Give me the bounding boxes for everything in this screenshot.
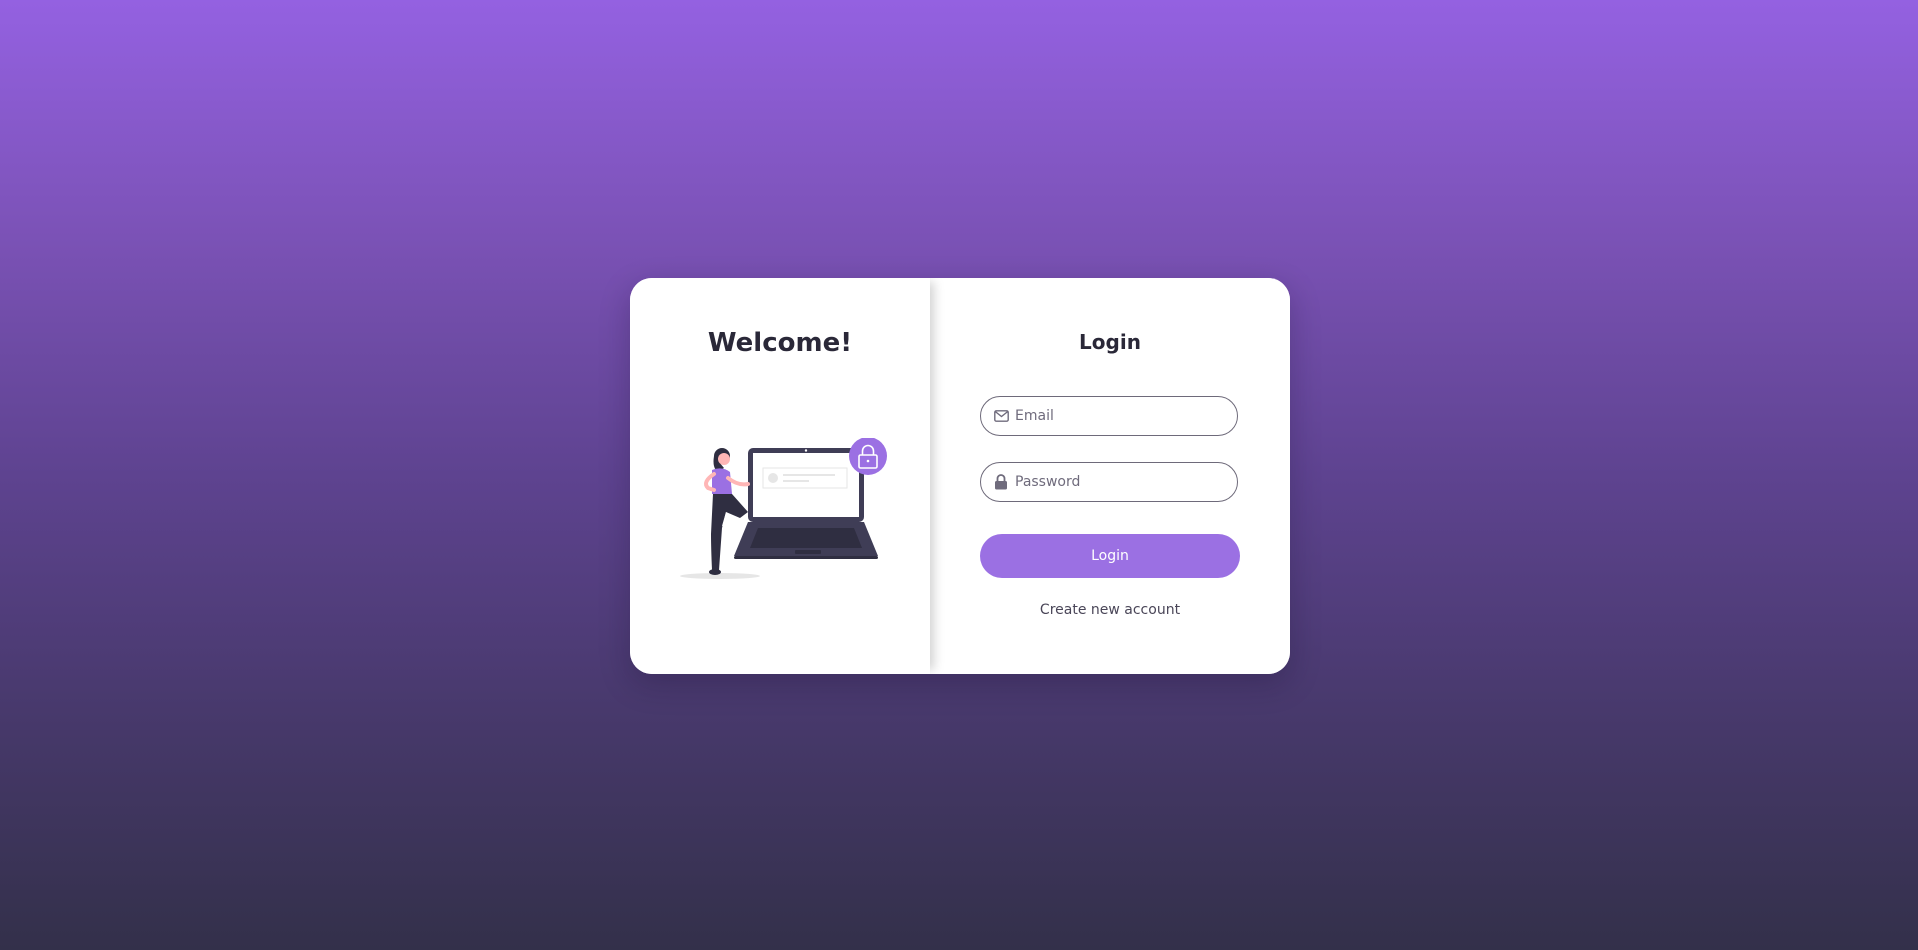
login-panel: Login Login Create new account xyxy=(930,278,1290,674)
email-field[interactable] xyxy=(980,396,1238,436)
login-button[interactable]: Login xyxy=(980,534,1240,578)
create-account-link[interactable]: Create new account xyxy=(930,602,1290,618)
login-card: Welcome! Login Email Login Create new ac… xyxy=(630,278,1290,674)
lock-icon xyxy=(993,474,1009,490)
laptop-security-illustration xyxy=(680,438,887,579)
welcome-heading: Welcome! xyxy=(707,328,853,358)
password-input[interactable] xyxy=(1015,474,1225,490)
envelope-icon xyxy=(993,408,1009,424)
email-input[interactable] xyxy=(1015,408,1225,424)
welcome-panel: Welcome! xyxy=(630,278,930,674)
login-heading: Login xyxy=(1079,330,1141,354)
password-field[interactable] xyxy=(980,462,1238,502)
